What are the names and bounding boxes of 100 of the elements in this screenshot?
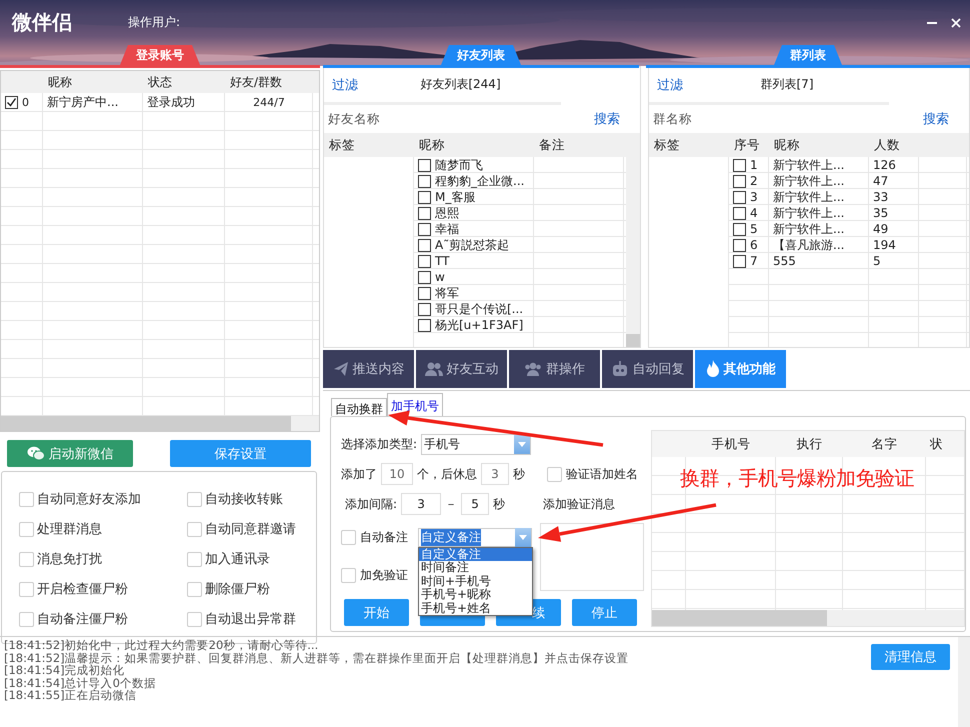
friend-name: 幸福 [435,221,459,237]
group-name: 新宁软件上... [773,205,844,221]
list-title: 群列表[7] [760,76,814,93]
function-tab[interactable]: 好友互动 [416,350,507,388]
caret-icon [514,434,530,454]
group-name: 新宁软件上... [773,157,844,173]
checkbox[interactable] [733,222,746,236]
dropdown-option[interactable]: 手机号+昵称 [419,588,532,602]
member-count: 49 [873,222,888,236]
unit-label: 秒 [493,496,506,512]
checkbox[interactable] [733,254,746,268]
close-icon[interactable] [950,16,962,28]
checkbox[interactable] [733,158,746,172]
count-field[interactable]: 10 [381,463,413,485]
row-index: 3 [750,190,758,204]
type-select[interactable]: 手机号 [421,434,532,454]
row-index: 1 [750,158,758,172]
field-label: 个，后休息 [417,466,477,482]
checkbox[interactable] [733,174,746,188]
column-header: 手机号 [710,436,752,452]
checkbox[interactable] [733,206,746,220]
member-count: 126 [873,158,896,172]
checkbox[interactable] [418,206,431,220]
column-header: 状态 [147,74,173,90]
checkbox[interactable] [418,158,431,172]
remark-select[interactable]: 自定义备注 [418,528,532,546]
friend-name: w [435,270,445,284]
checkbox[interactable] [418,270,431,284]
caret-icon [515,528,531,546]
list-title: 好友列表[244] [419,76,501,93]
checkbox[interactable] [418,190,431,204]
checkbox[interactable] [418,238,431,252]
max-interval-field[interactable]: 5 [461,493,490,515]
dropdown-option[interactable]: 时间备注 [419,561,532,574]
vertical-scrollbar[interactable] [626,133,640,347]
dash-label: － [445,496,458,512]
function-tab[interactable]: 推送内容 [323,350,414,388]
message-field[interactable] [540,523,644,591]
dropdown-list[interactable]: 自定义备注 时间备注 时间+手机号 手机号+昵称 手机号+姓名 [418,546,533,616]
option-label: 删除僵尸粉 [205,581,270,598]
column-header: 昵称 [418,136,446,154]
flame-icon [706,360,720,378]
checkbox[interactable] [418,286,431,300]
min-interval-field[interactable]: 3 [401,493,442,515]
column-header: 名字 [870,436,898,452]
checkbox-label: 自动备注 [360,528,408,546]
operator-label: 操作用户: [128,14,180,31]
friend-name: 恩熙 [435,205,459,221]
group-name: 【喜凡旅游... [773,237,844,253]
log-line: [18:41:52]初始化中，此过程大约需要20秒，请耐心等待... [4,639,320,652]
start-wechat-button[interactable]: 启动新微信 [7,440,133,467]
friend-name: 程豹豹_企业微... [435,173,524,189]
search-field[interactable]: 群名称 [653,110,692,128]
column-header: 昵称 [773,136,801,154]
checkbox[interactable] [733,238,746,252]
tab[interactable]: 自动换群 [331,398,387,416]
log-line: [18:41:52]温馨提示：如果需要护群、回复群消息、新人进群等，需在群操作里面开启【处理群消息】并点击保存设置 [4,652,630,664]
column-header: 执行 [796,436,824,452]
checkbox[interactable] [418,254,431,268]
function-tab[interactable]: 群操作 [509,350,600,388]
group-name: 新宁软件上... [773,173,844,189]
column-header: 标签 [328,136,356,154]
search-field[interactable]: 好友名称 [328,110,380,128]
table-cell: 244/7 [253,96,285,109]
member-count: 194 [873,238,896,252]
dropdown-option[interactable]: 时间+手机号 [419,574,532,588]
checkbox[interactable] [418,302,431,316]
checkbox[interactable] [5,96,18,109]
function-tab[interactable]: 自动回复 [602,350,693,388]
search-link[interactable]: 搜索 [923,110,949,128]
friend-name: A˜剪説怼茶起 [435,237,510,253]
table-cell: 登录成功 [147,94,195,111]
tab[interactable]: 加手机号 [387,393,443,416]
horizontal-scrollbar[interactable] [1,416,319,431]
dropdown-option[interactable]: 手机号+姓名 [419,602,532,615]
filter-link[interactable]: 过滤 [332,76,358,94]
function-tab[interactable]: 其他功能 [695,350,786,388]
friend-name: 杨光[u+1F3AF] [435,317,524,333]
rest-field[interactable]: 3 [481,463,509,485]
column-header: 标签 [653,136,681,154]
search-link[interactable]: 搜索 [594,110,620,128]
member-count: 5 [873,254,881,268]
option-label: 自动退出异常群 [205,611,296,628]
dropdown-option[interactable]: 自定义备注 [419,548,532,561]
column-header: 备注 [538,136,566,154]
checkbox[interactable] [733,190,746,204]
filter-link[interactable]: 过滤 [657,76,683,94]
log-line: [18:41:55]正在启动微信 [4,689,137,702]
option-label: 自动同意群邀请 [205,521,296,538]
column-header: 人数 [873,136,901,154]
horizontal-scrollbar[interactable] [652,610,964,626]
two-people-icon [424,361,442,377]
friend-name: TT [435,254,450,268]
checkbox[interactable] [418,222,431,236]
vertical-scrollbar[interactable] [958,637,970,727]
checkbox[interactable] [418,318,431,332]
option-label: 开启检查僵尸粉 [37,581,128,598]
field-label: 添加验证消息 [543,496,615,512]
field-label: 添加间隔: [345,496,398,512]
checkbox[interactable] [418,174,431,188]
